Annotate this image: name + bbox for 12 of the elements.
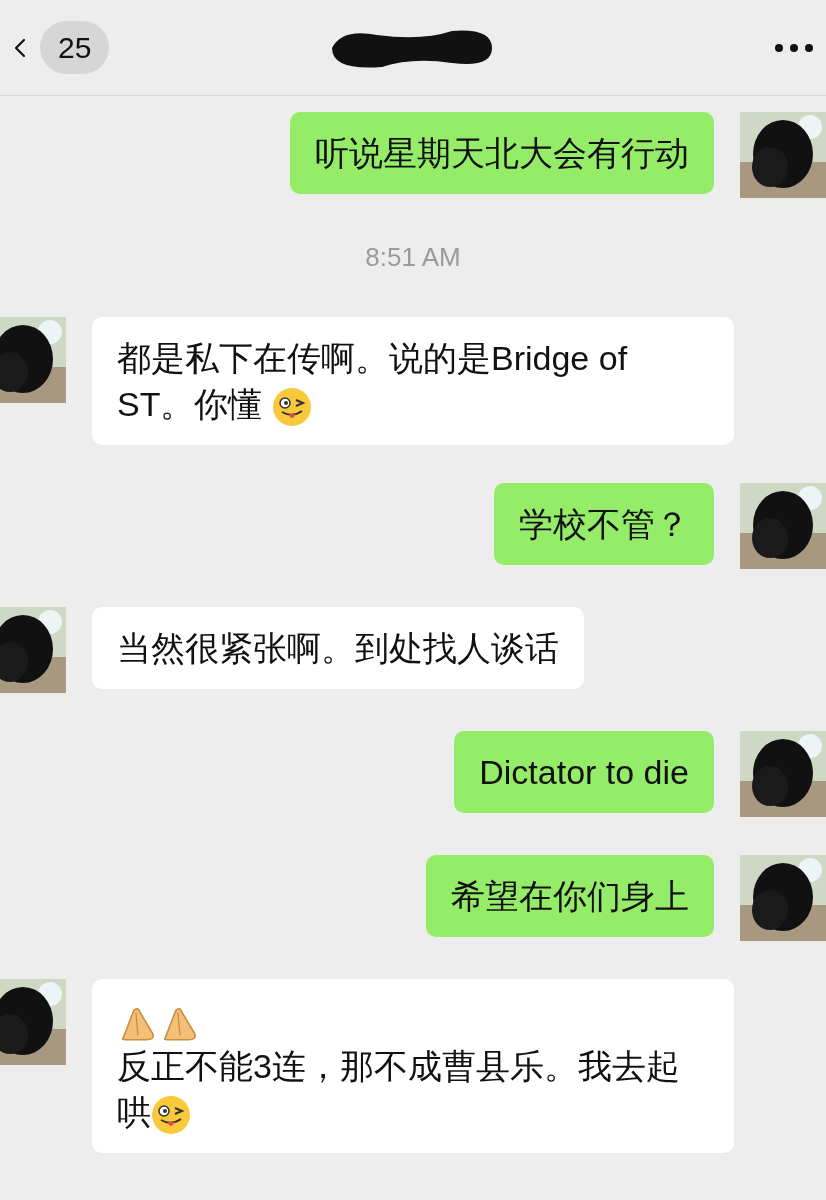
message-bubble: 当然很紧张啊。到处找人谈话 <box>92 607 584 689</box>
winking-face-icon <box>271 387 312 427</box>
message-bubble: 听说星期天北大会有行动 <box>290 112 714 194</box>
message-bubble: 都是私下在传啊。说的是Bridge of ST。你懂 <box>92 317 734 445</box>
message-bubble: 希望在你们身上 <box>426 855 714 937</box>
timestamp: 8:51 AM <box>365 241 461 274</box>
winking-face-icon <box>151 1095 191 1136</box>
message-bubble: 学校不管？ <box>494 483 714 565</box>
message-bubble: Dictator to die <box>454 731 714 813</box>
message-bubble: 反正不能3连，那不成曹县乐。我去起哄 <box>92 979 734 1154</box>
more-icon[interactable] <box>774 42 814 53</box>
unread-badge[interactable]: 25 <box>40 21 110 74</box>
